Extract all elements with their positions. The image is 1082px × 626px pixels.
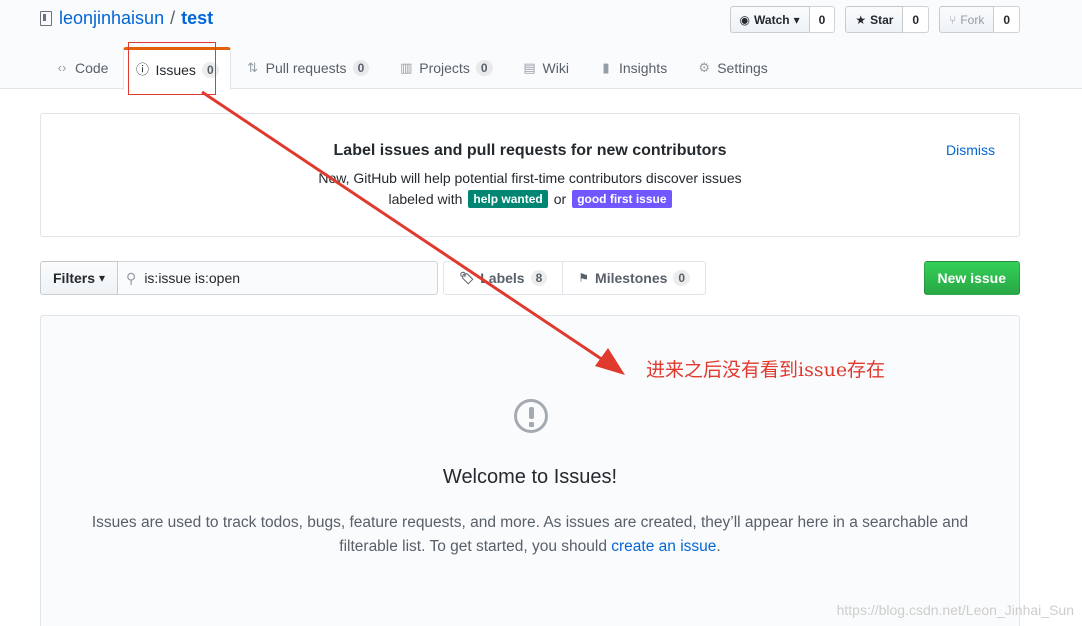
issue-opened-icon: ⓘ <box>135 62 149 77</box>
tab-settings[interactable]: ⚙ Settings <box>682 47 783 89</box>
repo-icon <box>40 11 52 26</box>
repo-separator: / <box>170 8 176 28</box>
tab-pull-requests-count: 0 <box>352 60 370 76</box>
tab-projects-count: 0 <box>475 60 493 76</box>
repo-title: leonjinhaisun / test <box>40 8 213 29</box>
caret-down-icon: ▾ <box>99 271 106 285</box>
labels-label: Labels <box>480 270 525 286</box>
star-label: Star <box>870 12 894 27</box>
project-icon: ▥ <box>400 60 413 75</box>
tab-issues-count: 0 <box>201 62 219 78</box>
watch-button[interactable]: ◉ Watch ▾ <box>729 6 810 33</box>
watermark: https://blog.csdn.net/Leon_Jinhai_Sun <box>836 602 1074 618</box>
blankslate-title: Welcome to Issues! <box>442 466 618 488</box>
tab-issues-label: Issues <box>155 62 196 78</box>
tab-wiki-label: Wiki <box>542 60 569 76</box>
create-issue-link[interactable]: create an issue <box>611 538 716 555</box>
labels-link[interactable]: 🏷︎ Labels 8 <box>443 261 564 295</box>
graph-icon: ▮ <box>602 60 610 75</box>
milestones-label: Milestones <box>595 270 668 286</box>
banner-line2: labeled with help wanted or good first i… <box>41 190 1019 208</box>
milestone-icon: ⚑ <box>578 271 590 285</box>
milestones-link[interactable]: ⚑ Milestones 0 <box>563 261 707 295</box>
dismiss-button[interactable]: Dismiss <box>946 142 995 158</box>
search-box: ⚲ <box>118 261 439 295</box>
tab-pull-requests[interactable]: ⇅ Pull requests 0 <box>231 47 385 89</box>
blankslate-suffix: . <box>716 538 721 555</box>
filters-label: Filters <box>53 270 96 286</box>
help-wanted-label[interactable]: help wanted <box>468 190 548 208</box>
watch-count[interactable]: 0 <box>809 6 836 33</box>
tab-insights-label: Insights <box>618 60 668 76</box>
repo-name-link[interactable]: test <box>181 8 213 29</box>
gear-icon: ⚙ <box>698 60 711 75</box>
issues-subnav: Filters ▾ ⚲ 🏷︎ Labels 8 ⚑ Milestones 0 N… <box>40 261 1020 295</box>
search-icon: ⚲ <box>126 270 137 286</box>
banner-line1: Now, GitHub will help potential first-ti… <box>318 170 742 186</box>
subnav-links: 🏷︎ Labels 8 ⚑ Milestones 0 <box>443 261 707 295</box>
blankslate-text: Issues are used to track todos, bugs, fe… <box>81 511 979 559</box>
labels-count: 8 <box>530 270 548 286</box>
star-count[interactable]: 0 <box>903 6 930 33</box>
fork-label: Fork <box>960 12 985 27</box>
fork-button[interactable]: ⑂ Fork <box>939 6 995 33</box>
star-icon: ★ <box>855 12 867 27</box>
fork-group: ⑂ Fork 0 <box>939 6 1020 33</box>
banner-line2-prefix: labeled with <box>388 191 463 207</box>
eye-icon: ◉ <box>739 12 751 27</box>
tab-pull-requests-label: Pull requests <box>265 60 347 76</box>
fork-count[interactable]: 0 <box>994 6 1020 33</box>
filters-group: Filters ▾ ⚲ <box>40 261 439 295</box>
good-first-issue-label[interactable]: good first issue <box>572 190 672 208</box>
fork-icon: ⑂ <box>949 12 957 27</box>
repo-actions: ◉ Watch ▾ 0 ★ Star 0 ⑂ Fork 0 <box>729 6 1020 33</box>
repo-header: leonjinhaisun / test ◉ Watch ▾ 0 ★ Star … <box>0 0 1082 90</box>
star-group: ★ Star 0 <box>845 6 930 33</box>
git-pull-request-icon: ⇅ <box>247 60 259 75</box>
book-icon: ▤ <box>523 60 536 75</box>
blankslate-body: Issues are used to track todos, bugs, fe… <box>91 514 969 555</box>
banner-title: Label issues and pull requests for new c… <box>333 142 727 159</box>
annotation-text: 进来之后没有看到issue存在 <box>646 359 886 381</box>
caret-down-icon: ▾ <box>793 12 800 27</box>
repo-owner-link[interactable]: leonjinhaisun <box>59 8 164 29</box>
new-issue-button[interactable]: New issue <box>923 261 1020 295</box>
code-icon: ‹› <box>57 60 67 75</box>
tag-icon: 🏷︎ <box>459 271 475 285</box>
issue-opened-icon <box>514 399 548 433</box>
banner-or: or <box>553 191 567 207</box>
search-input[interactable] <box>144 270 415 286</box>
tab-wiki[interactable]: ▤ Wiki <box>508 47 584 89</box>
star-button[interactable]: ★ Star <box>845 6 904 33</box>
tab-code[interactable]: ‹› Code <box>40 47 123 89</box>
tab-projects[interactable]: ▥ Projects 0 <box>384 47 507 89</box>
tab-projects-label: Projects <box>419 60 470 76</box>
tab-issues[interactable]: ⓘ Issues 0 <box>123 47 231 90</box>
repo-nav: ‹› Code ⓘ Issues 0 ⇅ Pull requests 0 ▥ P… <box>40 47 783 90</box>
tab-code-label: Code <box>75 60 109 76</box>
filters-button[interactable]: Filters ▾ <box>40 261 119 295</box>
watch-label: Watch <box>754 12 790 27</box>
watch-group: ◉ Watch ▾ 0 <box>729 6 836 33</box>
tab-settings-label: Settings <box>717 60 768 76</box>
tab-insights[interactable]: ▮ Insights <box>584 47 682 89</box>
milestones-count: 0 <box>673 270 691 286</box>
contributor-banner: Label issues and pull requests for new c… <box>40 113 1020 237</box>
